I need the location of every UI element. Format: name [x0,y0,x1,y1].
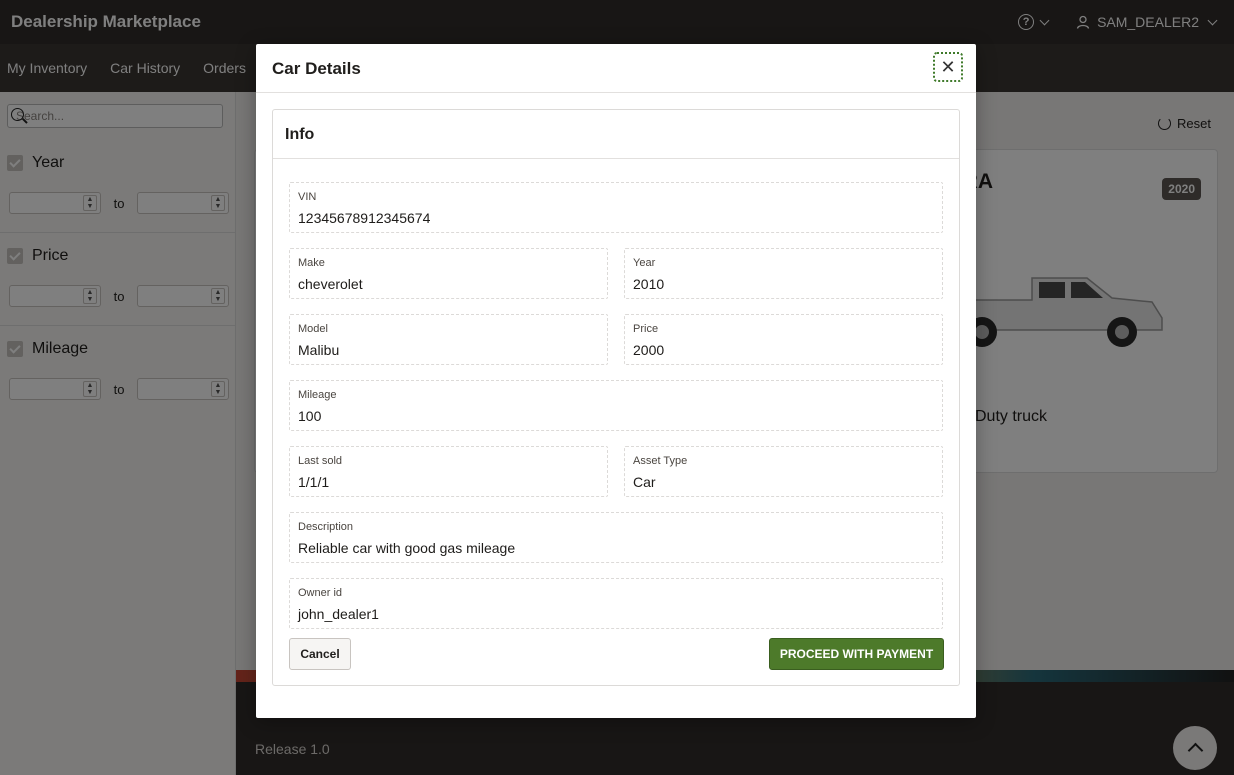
field-value: cheverolet [298,276,363,292]
vin-field: VIN 12345678912345674 [289,182,943,233]
car-details-dialog: Car Details ✕ Info VIN 12345678912345674… [256,44,976,718]
field-label: Mileage [298,389,337,401]
field-value: 2000 [633,342,665,358]
mileage-field: Mileage 100 [289,380,943,431]
field-label: Year [633,257,656,269]
dialog-header: Car Details ✕ [256,44,976,93]
cancel-button[interactable]: Cancel [289,638,351,670]
field-label: Description [298,521,354,533]
dialog-title: Car Details [272,59,361,78]
field-value: 12345678912345674 [298,210,431,226]
description-field: Description Reliable car with good gas m… [289,512,943,563]
field-value: john_dealer1 [298,606,379,622]
field-label: Owner id [298,587,343,599]
field-label: VIN [298,191,317,203]
proceed-with-payment-button[interactable]: PROCEED WITH PAYMENT [769,638,944,670]
field-value: 1/1/1 [298,474,330,490]
model-field: Model Malibu [289,314,608,365]
field-value: 2010 [633,276,665,292]
last-sold-field: Last sold 1/1/1 [289,446,608,497]
region-title: Info [285,126,315,143]
field-label: Price [633,323,659,335]
field-value: Reliable car with good gas mileage [298,540,516,556]
year-field: Year 2010 [624,248,943,299]
field-label: Model [298,323,328,335]
close-button[interactable]: ✕ [933,52,963,82]
field-label: Asset Type [633,455,688,467]
field-value: 100 [298,408,322,424]
field-value: Car [633,474,656,490]
close-icon: ✕ [940,56,956,77]
field-label: Make [298,257,325,269]
price-field: Price 2000 [624,314,943,365]
field-value: Malibu [298,342,340,358]
info-region-header: Info [273,110,959,159]
info-region: Info VIN 12345678912345674 Make cheverol… [272,109,960,686]
asset-type-field: Asset Type Car [624,446,943,497]
make-field: Make cheverolet [289,248,608,299]
owner-id-field: Owner id john_dealer1 [289,578,943,629]
field-label: Last sold [298,455,343,467]
